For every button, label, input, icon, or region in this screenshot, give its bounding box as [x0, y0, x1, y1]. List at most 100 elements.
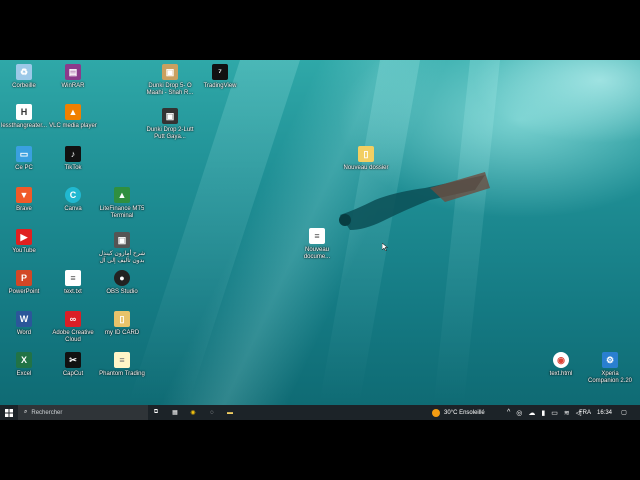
clock-time: 16:34 — [597, 409, 613, 416]
microphone-icon[interactable]: ▮ — [541, 409, 545, 417]
weather-widget[interactable]: 30°C Ensoleillé — [432, 405, 485, 420]
icon-label: Nouveau docume... — [303, 247, 331, 260]
desktop-icon-lessthangreater[interactable]: H lessthangreater... — [0, 104, 48, 130]
vlc-icon: ▲ — [65, 104, 81, 120]
desktop-icon-dunki-drop-2[interactable]: ▣ Dunki Drop 2-Lutt Putt Gaya... — [146, 108, 194, 141]
icon-label: Brave — [16, 206, 32, 212]
brave-icon: ▼ — [16, 187, 32, 203]
clock[interactable]: 16:34 — [597, 405, 612, 420]
search-icon: ⌕ — [24, 409, 28, 415]
icon-label: Xperia Companion 2.20 — [587, 371, 633, 384]
winrar-icon: ▤ — [65, 64, 81, 80]
desktop-icon-obs[interactable]: ● OBS Studio — [98, 270, 146, 296]
desktop-icon-arabic-video[interactable]: ▣ شرح أمازون كيندل بدون تأليف إلى آل — [98, 232, 146, 265]
language-text: FRA — [579, 409, 591, 416]
powerpoint-icon: P — [16, 270, 32, 286]
desktop-icon-excel[interactable]: X Excel — [0, 352, 48, 378]
cloud-icon[interactable]: ☁ — [528, 409, 535, 417]
icon-label: Dunki Drop 5- O Maahi - Shah R... — [146, 83, 194, 96]
desktop-icon-my-id-card[interactable]: ▯ my ID CARD — [98, 311, 146, 337]
desktop-icon-powerpoint[interactable]: P PowerPoint — [0, 270, 48, 296]
icon-label: OBS Studio — [106, 289, 138, 295]
icon-label: TikTok — [64, 165, 82, 171]
search-placeholder: Rechercher — [31, 409, 63, 416]
tradingview-icon: ⁷ — [212, 64, 228, 80]
icon-label: text.txt — [64, 289, 82, 295]
capcut-icon: ✂ — [65, 352, 81, 368]
task-view-icon: ⧉ — [153, 409, 159, 415]
desktop-icon-tiktok[interactable]: ♪ TikTok — [49, 146, 97, 172]
folder-icon: ▯ — [114, 311, 130, 327]
taskbar-app-calculator[interactable]: ▦ — [168, 405, 182, 420]
language-indicator[interactable]: FRA — [579, 405, 591, 420]
mouse-cursor-icon — [382, 243, 388, 251]
desktop-icon-word[interactable]: W Word — [0, 311, 48, 337]
desktop-icon-tradingview[interactable]: ⁷ TradingView — [196, 64, 244, 90]
task-view-button[interactable]: ⧉ — [150, 405, 162, 420]
desktop-icon-youtube[interactable]: ▶ YouTube — [0, 229, 48, 255]
icon-label: VLC media player — [49, 123, 97, 129]
icon-label: شرح أمازون كيندل بدون تأليف إلى آل — [98, 251, 146, 264]
desktop-icon-vlc[interactable]: ▲ VLC media player — [49, 104, 97, 130]
start-button[interactable] — [3, 405, 15, 420]
desktop-icon-capcut[interactable]: ✂ CapCut — [49, 352, 97, 378]
icon-label: Ce PC — [15, 165, 33, 171]
icon-label: YouTube — [12, 248, 36, 254]
battery-icon[interactable]: ▭ — [551, 409, 558, 417]
document-icon: H — [16, 104, 32, 120]
taskbar-app-file-explorer[interactable]: ▬ — [223, 405, 237, 420]
desktop-icon-canva[interactable]: C Canva — [49, 187, 97, 213]
icon-label: Adobe Creative Cloud — [52, 330, 94, 343]
desktop-icon-nouveau-dossier[interactable]: ▯ Nouveau dossier — [342, 146, 390, 172]
diver-silhouette — [339, 172, 490, 230]
icon-label: LiteFinance MT5 Terminal — [99, 206, 145, 219]
desktop-icon-recycle-bin[interactable]: ♻ Corbeille — [0, 64, 48, 90]
obs-icon: ● — [114, 270, 130, 286]
chrome-icon: ◉ — [190, 410, 196, 416]
desktop-screen: ♻ Corbeille H lessthangreater... ▭ Ce PC… — [0, 60, 640, 420]
system-tray: ^ ◎ ☁ ▮ ▭ ≋ ◁ — [504, 405, 584, 420]
chevron-up-icon[interactable]: ^ — [507, 409, 510, 416]
icon-label: Corbeille — [12, 83, 36, 89]
desktop-icon-nouveau-document[interactable]: ≡ Nouveau docume... — [293, 228, 341, 261]
icon-label: Phantom Trading — [99, 371, 145, 377]
chrome-icon: ◉ — [553, 352, 569, 368]
taskbar-search-box[interactable]: ⌕ Rechercher — [18, 405, 148, 420]
icon-label: Nouveau dossier — [343, 165, 389, 171]
canva-icon: C — [65, 187, 81, 203]
desktop-icon-phantom-trading[interactable]: ≡ Phantom Trading — [98, 352, 146, 378]
icon-label: PowerPoint — [8, 289, 40, 295]
desktop-icon-text-html[interactable]: ◉ text.html — [537, 352, 585, 378]
taskbar: ⌕ Rechercher ⧉ ▦ ◉ ◌ ▬ 30°C Ensoleillé ^… — [0, 405, 640, 420]
desktop-icon-mt5[interactable]: ▲ LiteFinance MT5 Terminal — [98, 187, 146, 220]
desktop-icon-ce-pc[interactable]: ▭ Ce PC — [0, 146, 48, 172]
desktop-icon-winrar[interactable]: ▤ WinRAR — [49, 64, 97, 90]
text-file-icon: ≡ — [114, 352, 130, 368]
icon-label: my ID CARD — [104, 330, 140, 336]
windows-logo-icon — [5, 408, 13, 417]
word-icon: W — [16, 311, 32, 327]
video-file-icon: ▣ — [162, 108, 178, 124]
taskbar-app-obs[interactable]: ◌ — [205, 405, 219, 420]
desktop-wallpaper: ♻ Corbeille H lessthangreater... ▭ Ce PC… — [0, 60, 640, 405]
desktop-icon-adobe-cc[interactable]: ∞ Adobe Creative Cloud — [49, 311, 97, 344]
desktop-icon-dunki-drop-5[interactable]: ▣ Dunki Drop 5- O Maahi - Shah R... — [146, 64, 194, 97]
icon-label: Canva — [64, 206, 82, 212]
icon-label: Word — [16, 330, 32, 336]
video-file-icon: ▣ — [162, 64, 178, 80]
desktop-icon-brave[interactable]: ▼ Brave — [0, 187, 48, 213]
taskbar-app-chrome[interactable]: ◉ — [186, 405, 200, 420]
icon-label: WinRAR — [61, 83, 85, 89]
notification-icon: ▢ — [621, 410, 627, 416]
icon-label: CapCut — [62, 371, 84, 377]
network-icon[interactable]: ◎ — [516, 409, 522, 417]
calculator-icon: ▦ — [172, 410, 178, 416]
icon-label: text.html — [549, 371, 573, 377]
desktop-icon-xperia-companion[interactable]: ⚙ Xperia Companion 2.20 — [586, 352, 634, 385]
icon-label: Dunki Drop 2-Lutt Putt Gaya... — [146, 127, 194, 140]
computer-icon: ▭ — [16, 146, 32, 162]
desktop-icon-text-txt[interactable]: ≡ text.txt — [49, 270, 97, 296]
icon-label: TradingView — [203, 83, 237, 89]
wifi-icon[interactable]: ≋ — [564, 409, 570, 417]
notification-button[interactable]: ▢ — [619, 405, 629, 420]
